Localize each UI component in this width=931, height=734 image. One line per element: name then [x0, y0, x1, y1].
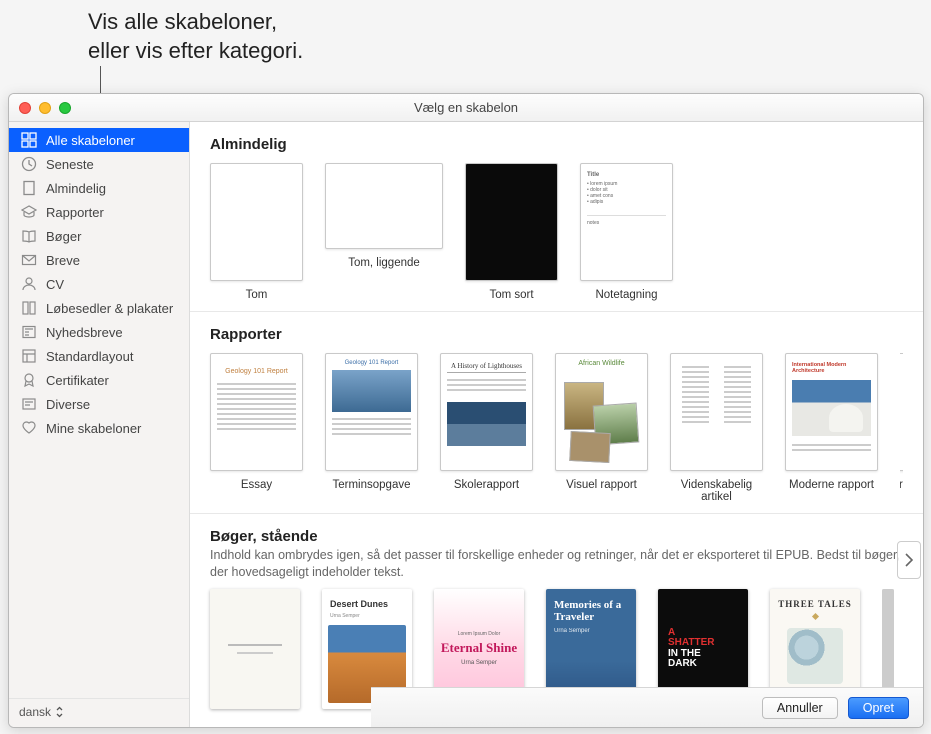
template-tile-school-report[interactable]: A History of Lighthouses Skolerapport: [440, 353, 533, 503]
template-thumbnail: [210, 589, 300, 709]
sidebar-item-label: Bøger: [46, 229, 81, 244]
template-thumbnail: [210, 163, 303, 281]
template-label: Notetagning: [595, 289, 657, 301]
template-tile-notetaking[interactable]: Title • lorem ipsum• dolor sit• amet con…: [580, 163, 673, 301]
language-picker[interactable]: dansk: [9, 698, 189, 727]
template-tile-blank[interactable]: Tom: [210, 163, 303, 301]
template-grid: Almindelig Tom Tom, liggende Tom sort: [190, 122, 923, 727]
section-basic: Almindelig Tom Tom, liggende Tom sort: [190, 122, 923, 312]
template-thumbnail: Geology 101 Report: [210, 353, 303, 471]
template-label: Tom: [246, 289, 268, 301]
sidebar-item-certificates[interactable]: Certifikater: [9, 368, 189, 392]
template-thumbnail: Title • lorem ipsum• dolor sit• amet con…: [580, 163, 673, 281]
sidebar-item-label: Seneste: [46, 157, 94, 172]
sidebar-item-my-templates[interactable]: Mine skabeloner: [9, 416, 189, 440]
sidebar-item-label: Diverse: [46, 397, 90, 412]
section-reports: Rapporter Geology 101 Report Essay Geolo…: [190, 312, 923, 514]
misc-icon: [21, 396, 37, 412]
book-icon: [21, 228, 37, 244]
template-label: Terminsopgave: [333, 479, 411, 491]
sidebar-item-books[interactable]: Bøger: [9, 224, 189, 248]
sidebar-item-label: Mine skabeloner: [46, 421, 141, 436]
template-thumbnail: A History of Lighthouses: [440, 353, 533, 471]
clock-icon: [21, 156, 37, 172]
sidebar-item-recent[interactable]: Seneste: [9, 152, 189, 176]
category-sidebar: Alle skabeloner Seneste Almindelig Rappo…: [9, 122, 190, 727]
create-button[interactable]: Opret: [848, 697, 909, 719]
news-icon: [21, 324, 37, 340]
sidebar-item-cv[interactable]: CV: [9, 272, 189, 296]
template-thumbnail: [325, 163, 443, 249]
sidebar-item-label: Alle skabeloner: [46, 133, 135, 148]
template-label: Proj: [900, 479, 903, 491]
chevron-right-icon: [904, 552, 914, 568]
grad-cap-icon: [21, 204, 37, 220]
template-label: Skolerapport: [454, 479, 519, 491]
section-subtitle: Indhold kan ombrydes igen, så det passer…: [210, 547, 903, 581]
sidebar-item-basic[interactable]: Almindelig: [9, 176, 189, 200]
template-label: Videnskabelig artikel: [670, 479, 763, 503]
layout-icon: [21, 348, 37, 364]
section-books-portrait: Bøger, stående Indhold kan ombrydes igen…: [190, 514, 923, 709]
sidebar-item-stationery[interactable]: Standardlayout: [9, 344, 189, 368]
heart-icon: [21, 420, 37, 436]
footer-bar: Annuller Opret: [371, 687, 923, 727]
sidebar-item-all-templates[interactable]: Alle skabeloner: [9, 128, 189, 152]
template-label: Tom, liggende: [348, 257, 420, 269]
template-label: Essay: [241, 479, 272, 491]
sidebar-item-label: Certifikater: [46, 373, 109, 388]
language-label: dansk: [19, 705, 51, 719]
template-thumbnail: Geology 101 Report: [325, 353, 418, 471]
window-title: Vælg en skabelon: [9, 100, 923, 115]
template-tile-research-paper[interactable]: Videnskabelig artikel: [670, 353, 763, 503]
chevron-updown-icon: [55, 706, 64, 718]
template-label: Tom sort: [489, 289, 533, 301]
template-tile-visual-report[interactable]: African Wildlife Visuel rapport: [555, 353, 648, 503]
grid-icon: [21, 132, 37, 148]
columns-icon: [21, 300, 37, 316]
template-tile-book-blank[interactable]: [210, 589, 300, 709]
template-thumbnail: International Modern Architecture: [785, 353, 878, 471]
template-tile-partial[interactable]: Proj: [900, 353, 903, 503]
template-tile-blank-black[interactable]: Tom sort: [465, 163, 558, 301]
page-icon: [21, 180, 37, 196]
template-tile-essay[interactable]: Geology 101 Report Essay: [210, 353, 303, 503]
envelope-icon: [21, 252, 37, 268]
sidebar-item-label: Rapporter: [46, 205, 104, 220]
template-thumbnail: African Wildlife: [555, 353, 648, 471]
sidebar-item-label: Standardlayout: [46, 349, 133, 364]
template-label: Moderne rapport: [789, 479, 874, 491]
template-thumbnail: [670, 353, 763, 471]
sidebar-item-label: Løbesedler & plakater: [46, 301, 173, 316]
scroll-right-button[interactable]: [897, 541, 921, 579]
sidebar-item-newsletters[interactable]: Nyhedsbreve: [9, 320, 189, 344]
callout-text: Vis alle skabeloner, eller vis efter kat…: [88, 8, 303, 65]
sidebar-item-label: Almindelig: [46, 181, 106, 196]
template-chooser-window: Vælg en skabelon Alle skabeloner Seneste…: [8, 93, 924, 728]
sidebar-item-letters[interactable]: Breve: [9, 248, 189, 272]
template-tile-blank-landscape[interactable]: Tom, liggende: [325, 163, 443, 301]
cancel-button[interactable]: Annuller: [762, 697, 838, 719]
sidebar-item-label: CV: [46, 277, 64, 292]
ribbon-icon: [21, 372, 37, 388]
template-thumbnail: [465, 163, 558, 281]
sidebar-item-flyers[interactable]: Løbesedler & plakater: [9, 296, 189, 320]
person-icon: [21, 276, 37, 292]
section-title: Rapporter: [210, 326, 903, 343]
sidebar-item-misc[interactable]: Diverse: [9, 392, 189, 416]
template-tile-modern-report[interactable]: International Modern Architecture Modern…: [785, 353, 878, 503]
template-thumbnail: [900, 353, 903, 471]
template-label: Visuel rapport: [566, 479, 637, 491]
sidebar-item-label: Breve: [46, 253, 80, 268]
section-title: Bøger, stående: [210, 528, 903, 545]
section-title: Almindelig: [210, 136, 903, 153]
sidebar-item-reports[interactable]: Rapporter: [9, 200, 189, 224]
sidebar-item-label: Nyhedsbreve: [46, 325, 123, 340]
titlebar: Vælg en skabelon: [9, 94, 923, 122]
template-tile-term-paper[interactable]: Geology 101 Report Terminsopgave: [325, 353, 418, 503]
